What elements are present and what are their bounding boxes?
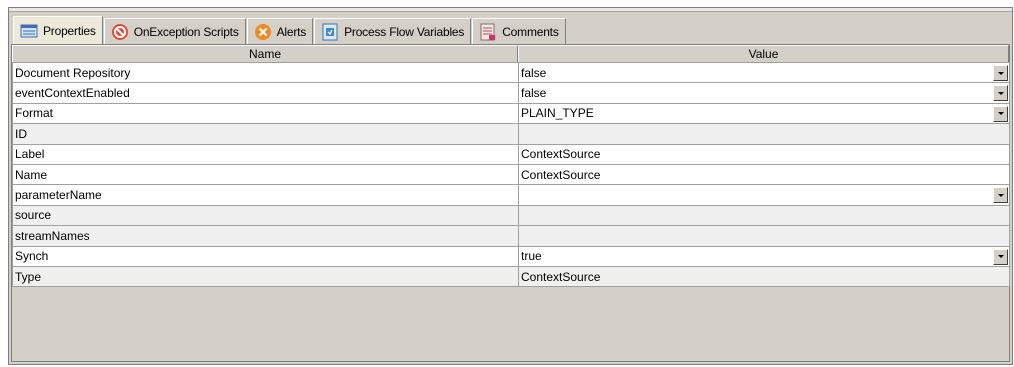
tab-label: OnException Scripts — [133, 24, 239, 39]
property-value-cell[interactable]: false — [518, 61, 1010, 84]
property-value-cell[interactable]: PLAIN_TYPE — [518, 102, 1010, 125]
property-value-text: false — [521, 86, 547, 101]
tab-onexception-scripts[interactable]: OnException Scripts — [103, 18, 246, 44]
dropdown-button[interactable] — [993, 105, 1008, 122]
property-name-cell: parameterName — [12, 184, 519, 206]
variables-icon — [322, 23, 338, 40]
table-row[interactable]: source — [12, 204, 1010, 227]
property-value-text: ContextSource — [521, 147, 601, 162]
property-value-text: true — [521, 249, 542, 264]
dropdown-button[interactable] — [993, 65, 1008, 81]
table-header: Name Value — [12, 45, 1009, 63]
tab-label: Properties — [43, 23, 96, 38]
property-value-cell — [518, 123, 1010, 145]
table-row[interactable]: Type ContextSource — [12, 265, 1010, 288]
table-row[interactable]: Label ContextSource — [12, 143, 1010, 165]
table-row[interactable]: parameterName — [12, 184, 1010, 206]
property-value-cell — [518, 204, 1010, 227]
tab-strip: Properties OnException Scripts Alerts Pr… — [13, 16, 567, 44]
property-name-cell: Synch — [12, 245, 519, 267]
property-value-cell[interactable] — [518, 184, 1010, 206]
column-header-value[interactable]: Value — [518, 45, 1009, 63]
property-name-cell: source — [12, 204, 519, 227]
table-row[interactable]: ID — [12, 123, 1010, 145]
properties-table: Document Repository false eventContextEnab… — [12, 61, 1010, 288]
property-value-cell[interactable]: true — [518, 245, 1010, 267]
chevron-down-icon — [997, 91, 1004, 95]
property-value-cell — [518, 225, 1010, 247]
property-value-cell[interactable]: ContextSource — [518, 143, 1010, 165]
property-name-cell: Type — [12, 265, 519, 288]
property-name-cell: Format — [12, 102, 519, 125]
table-row[interactable]: Name ContextSource — [12, 163, 1010, 186]
dropdown-button[interactable] — [993, 187, 1008, 204]
tab-label: Comments — [502, 24, 559, 39]
property-value-cell: ContextSource — [518, 265, 1010, 288]
table-row[interactable]: eventContextEnabled false — [12, 82, 1010, 104]
alert-x-icon — [254, 23, 271, 40]
properties-window: Properties OnException Scripts Alerts Pr… — [8, 7, 1013, 365]
property-value-text: ContextSource — [521, 269, 601, 284]
property-value-cell[interactable]: ContextSource — [518, 163, 1010, 186]
tab-process-flow-variables[interactable]: Process Flow Variables — [314, 18, 472, 44]
tab-properties[interactable]: Properties — [13, 16, 103, 44]
tab-label: Alerts — [276, 24, 307, 39]
property-name-cell: streamNames — [12, 225, 519, 247]
chevron-down-icon — [997, 255, 1004, 259]
chevron-down-icon — [997, 112, 1004, 116]
property-value-cell[interactable]: false — [518, 82, 1010, 104]
property-value-text: false — [521, 65, 547, 80]
top-divider — [9, 8, 1012, 12]
property-name-cell: eventContextEnabled — [12, 82, 519, 104]
table-row[interactable]: Synch true — [12, 245, 1010, 267]
property-name-cell: Label — [12, 143, 519, 165]
properties-icon — [20, 24, 38, 37]
dropdown-button[interactable] — [993, 248, 1008, 265]
table-row[interactable]: Document Repository false — [12, 61, 1010, 84]
table-row[interactable]: Format PLAIN_TYPE — [12, 102, 1010, 125]
property-name-cell: Document Repository — [12, 61, 519, 84]
table-row[interactable]: streamNames — [12, 225, 1010, 247]
comments-icon — [480, 23, 496, 40]
property-value-text: ContextSource — [521, 167, 601, 182]
no-entry-icon — [111, 23, 128, 40]
properties-panel: Name Value Document Repository false event… — [11, 44, 1010, 362]
tab-label: Process Flow Variables — [344, 24, 465, 39]
property-name-cell: ID — [12, 123, 519, 145]
property-value-text: PLAIN_TYPE — [521, 106, 594, 121]
property-name-cell: Name — [12, 163, 519, 186]
chevron-down-icon — [997, 71, 1004, 75]
column-header-name[interactable]: Name — [12, 45, 518, 63]
chevron-down-icon — [997, 193, 1004, 197]
dropdown-button[interactable] — [993, 85, 1008, 102]
tab-comments[interactable]: Comments — [472, 18, 566, 44]
tab-alerts[interactable]: Alerts — [246, 18, 314, 44]
